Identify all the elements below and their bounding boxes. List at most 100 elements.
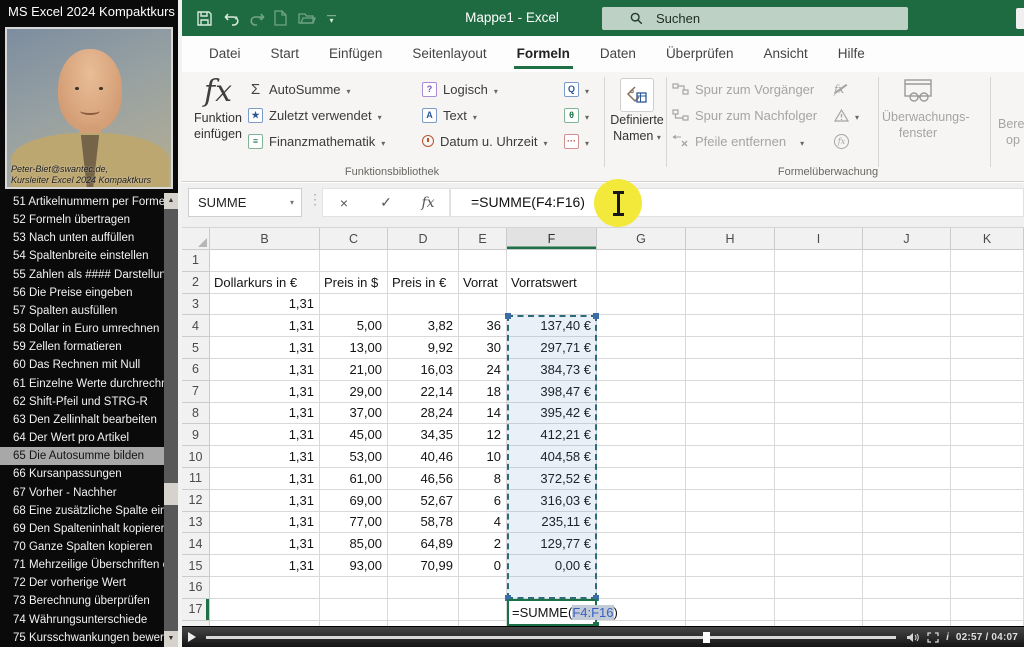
cell-G16[interactable] <box>597 577 686 599</box>
tab-datei[interactable]: Datei <box>194 36 256 72</box>
cell-D17[interactable] <box>388 599 459 621</box>
cell-K11[interactable] <box>951 468 1024 490</box>
lesson-item[interactable]: 57 Spalten ausfüllen <box>0 302 164 320</box>
cell-D1[interactable] <box>388 250 459 272</box>
tab-daten[interactable]: Daten <box>585 36 651 72</box>
cell-H11[interactable] <box>686 468 775 490</box>
tab-start[interactable]: Start <box>256 36 315 72</box>
cell-E1[interactable] <box>459 250 507 272</box>
cell-E16[interactable] <box>459 577 507 599</box>
cell-B13[interactable]: 1,31 <box>210 512 320 534</box>
lesson-item[interactable]: 72 Der vorherige Wert <box>0 574 164 592</box>
row-header-11[interactable]: 11 <box>182 468 210 490</box>
cell-K1[interactable] <box>951 250 1024 272</box>
cell-D7[interactable]: 22,14 <box>388 381 459 403</box>
tab-seitenlayout[interactable]: Seitenlayout <box>397 36 501 72</box>
cell-K15[interactable] <box>951 555 1024 577</box>
column-header-F[interactable]: F <box>507 228 597 250</box>
cell-C3[interactable] <box>320 294 388 316</box>
column-header-D[interactable]: D <box>388 228 459 250</box>
cell-D3[interactable] <box>388 294 459 316</box>
cell-K8[interactable] <box>951 403 1024 425</box>
cell-H12[interactable] <box>686 490 775 512</box>
cell-D2[interactable]: Preis in € <box>388 272 459 294</box>
undo-button[interactable]: ▾ <box>224 11 238 26</box>
cell-B15[interactable]: 1,31 <box>210 555 320 577</box>
lesson-item[interactable]: 54 Spaltenbreite einstellen <box>0 247 164 265</box>
tab-formeln[interactable]: Formeln <box>502 36 585 72</box>
cell-J6[interactable] <box>863 359 951 381</box>
cell-H8[interactable] <box>686 403 775 425</box>
cell-G6[interactable] <box>597 359 686 381</box>
cell-J12[interactable] <box>863 490 951 512</box>
volume-icon[interactable] <box>906 632 920 643</box>
cell-H1[interactable] <box>686 250 775 272</box>
column-header-J[interactable]: J <box>863 228 951 250</box>
row-header-15[interactable]: 15 <box>182 555 210 577</box>
column-header-K[interactable]: K <box>951 228 1024 250</box>
customize-qat-icon[interactable]: —▾ <box>327 13 336 23</box>
cell-D10[interactable]: 40,46 <box>388 446 459 468</box>
cell-G1[interactable] <box>597 250 686 272</box>
cell-E4[interactable]: 36 <box>459 315 507 337</box>
cell-J7[interactable] <box>863 381 951 403</box>
cell-K7[interactable] <box>951 381 1024 403</box>
name-box-caret-icon[interactable]: ▾ <box>290 189 294 216</box>
cell-I1[interactable] <box>775 250 863 272</box>
cell-K14[interactable] <box>951 533 1024 555</box>
play-icon[interactable] <box>188 632 196 642</box>
evaluate-formula-button[interactable]: fx <box>834 129 849 153</box>
cell-J11[interactable] <box>863 468 951 490</box>
cell-C13[interactable]: 77,00 <box>320 512 388 534</box>
tab-einfügen[interactable]: Einfügen <box>314 36 397 72</box>
cell-K2[interactable] <box>951 272 1024 294</box>
cell-D8[interactable]: 28,24 <box>388 403 459 425</box>
recently-used-button[interactable]: ★ Zuletzt verwendet <box>248 103 382 127</box>
cell-K12[interactable] <box>951 490 1024 512</box>
cell-G9[interactable] <box>597 424 686 446</box>
logical-button[interactable]: ? Logisch <box>422 77 498 101</box>
cell-J3[interactable] <box>863 294 951 316</box>
cell-K16[interactable] <box>951 577 1024 599</box>
date-time-button[interactable]: Datum u. Uhrzeit <box>422 129 548 153</box>
lookup-reference-button[interactable]: Q <box>564 77 589 101</box>
lesson-item[interactable]: 61 Einzelne Werte durchrechnen <box>0 375 164 393</box>
cell-H7[interactable] <box>686 381 775 403</box>
calculation-options-button[interactable]: Bere op <box>998 78 1024 148</box>
cell-B2[interactable]: Dollarkurs in € <box>210 272 320 294</box>
cell-E2[interactable]: Vorrat <box>459 272 507 294</box>
row-header-8[interactable]: 8 <box>182 403 210 425</box>
lesson-item[interactable]: 58 Dollar in Euro umrechnen <box>0 320 164 338</box>
error-checking-button[interactable] <box>834 103 859 127</box>
cell-K3[interactable] <box>951 294 1024 316</box>
cell-C12[interactable]: 69,00 <box>320 490 388 512</box>
cell-J17[interactable] <box>863 599 951 621</box>
cell-G11[interactable] <box>597 468 686 490</box>
cell-G13[interactable] <box>597 512 686 534</box>
cell-C15[interactable]: 93,00 <box>320 555 388 577</box>
tab-hilfe[interactable]: Hilfe <box>823 36 880 72</box>
row-header-10[interactable]: 10 <box>182 446 210 468</box>
lesson-scrollbar[interactable]: ▲ ▼ <box>164 193 178 647</box>
cell-H17[interactable] <box>686 599 775 621</box>
cell-E17[interactable] <box>459 599 507 621</box>
cell-B10[interactable]: 1,31 <box>210 446 320 468</box>
cell-I12[interactable] <box>775 490 863 512</box>
row-header-17[interactable]: 17 <box>182 599 210 621</box>
cell-C8[interactable]: 37,00 <box>320 403 388 425</box>
tab-überprüfen[interactable]: Überprüfen <box>651 36 749 72</box>
cell-B6[interactable]: 1,31 <box>210 359 320 381</box>
new-file-icon[interactable] <box>273 10 287 26</box>
lesson-item[interactable]: 75 Kursschwankungen bewerten <box>0 629 164 647</box>
cell-G15[interactable] <box>597 555 686 577</box>
cell-I16[interactable] <box>775 577 863 599</box>
select-all-corner[interactable] <box>182 228 210 250</box>
lesson-item[interactable]: 64 Der Wert pro Artikel <box>0 429 164 447</box>
cell-B7[interactable]: 1,31 <box>210 381 320 403</box>
cell-C5[interactable]: 13,00 <box>320 337 388 359</box>
row-header-3[interactable]: 3 <box>182 294 210 316</box>
cell-C10[interactable]: 53,00 <box>320 446 388 468</box>
cell-E8[interactable]: 14 <box>459 403 507 425</box>
lesson-item[interactable]: 70 Ganze Spalten kopieren <box>0 538 164 556</box>
scroll-thumb[interactable] <box>164 483 178 505</box>
